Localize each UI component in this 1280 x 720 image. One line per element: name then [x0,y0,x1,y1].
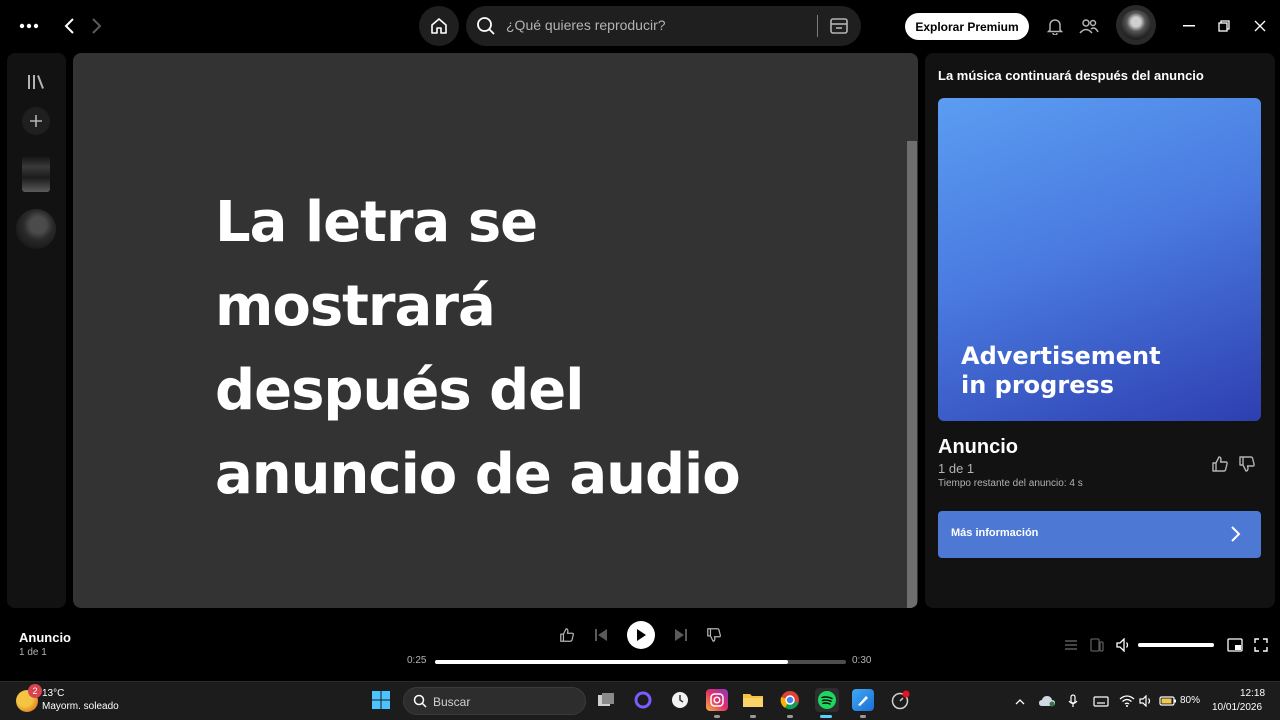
app-running-indicator [714,715,720,718]
chevron-up-icon[interactable] [1012,694,1028,708]
progress-fill [435,660,789,664]
previous-track-icon[interactable] [591,625,611,645]
search-input[interactable]: ¿Qué quieres reproducir? [466,6,861,46]
home-button[interactable] [419,6,459,46]
taskbar-search[interactable]: Buscar [403,687,586,715]
library-icon[interactable] [25,71,47,93]
explore-premium-button[interactable]: Explorar Premium [905,13,1029,40]
next-track-icon[interactable] [671,625,691,645]
chrome-app-icon[interactable] [779,689,801,711]
forward-arrow-icon[interactable] [88,14,106,38]
volume-fill [1138,643,1214,647]
windows-taskbar: 2 13°C Mayorm. soleado Buscar 80% 12:18 … [0,681,1280,720]
home-icon [431,18,447,34]
more-info-label: Más información [951,527,1039,539]
mini-player-icon[interactable] [1226,636,1244,654]
app-active-indicator [820,715,832,718]
restore-icon[interactable] [1214,16,1234,36]
lyrics-message: La letra se mostrará después del anuncio… [215,181,835,517]
lyrics-line: La letra se mostrará [215,190,538,339]
ad-text-line: Advertisement [961,342,1161,370]
ad-artwork: Advertisement in progress [938,98,1261,421]
close-icon[interactable] [1250,16,1270,36]
chevron-right-icon [1231,526,1241,542]
now-playing-title[interactable]: Anuncio [19,630,71,645]
app-running-indicator [860,715,866,718]
avatar-image [1121,10,1151,40]
library-artist-thumbnail[interactable] [16,209,56,249]
volume-icon[interactable] [1115,636,1133,654]
app-running-indicator [787,715,793,718]
microphone-icon[interactable] [1066,693,1080,709]
file-explorer-icon[interactable] [742,689,764,711]
search-icon [477,17,495,35]
more-info-button[interactable]: Más información [938,511,1261,558]
dislike-icon[interactable] [704,625,724,645]
ad-title: Anuncio [938,436,1018,458]
scrollbar[interactable] [907,141,917,608]
app-running-indicator [750,715,756,718]
thumbs-down-icon[interactable] [1238,455,1256,478]
bell-icon[interactable] [1045,16,1065,36]
create-playlist-button[interactable] [22,107,50,135]
ad-remaining-time: Tiempo restante del anuncio: 4 s [938,478,1083,489]
ad-artwork-text: Advertisement in progress [961,342,1161,400]
lyrics-line: anuncio de audio [215,442,741,507]
search-placeholder: ¿Qué quieres reproducir? [506,17,666,33]
speaker-icon[interactable] [1138,693,1154,709]
top-bar: ¿Qué quieres reproducir? Explorar Premiu… [0,0,1280,52]
battery-percentage: 80% [1180,695,1201,706]
system-clock-time[interactable]: 12:18 [1240,688,1265,699]
weather-temperature: 13°C [42,688,65,699]
instagram-app-icon[interactable] [706,689,728,711]
lyrics-view: La letra se mostrará después del anuncio… [73,53,918,608]
browse-icon[interactable] [828,15,850,37]
ad-text-line: in progress [961,371,1115,399]
now-playing-panel: La música continuará después del anuncio… [925,53,1275,608]
windows-start-icon[interactable] [370,689,392,711]
volume-slider[interactable] [1138,643,1214,647]
ad-count: 1 de 1 [938,461,975,476]
keyboard-icon[interactable] [1092,693,1110,709]
lyrics-line: después del [215,358,584,423]
friends-activity-icon[interactable] [1078,16,1100,36]
queue-icon[interactable] [1062,636,1080,654]
clock-app-icon[interactable] [669,689,691,711]
elapsed-time: 0:25 [407,655,427,666]
minimize-icon[interactable] [1179,16,1199,36]
search-divider [817,15,818,37]
library-sidebar [7,53,66,608]
progress-bar[interactable] [435,660,846,664]
weather-condition: Mayorm. soleado [42,701,119,712]
now-playing-subtitle: 1 de 1 [19,647,47,658]
search-icon [413,694,427,708]
task-view-icon[interactable] [595,689,617,711]
battery-icon[interactable] [1158,694,1178,708]
paint-app-icon[interactable] [852,689,874,711]
taskbar-search-label: Buscar [433,695,471,709]
plus-icon [30,115,42,127]
onedrive-icon[interactable] [1037,693,1057,709]
cortana-app-icon[interactable] [632,689,654,711]
spotify-app-icon[interactable] [815,688,839,712]
like-icon[interactable] [557,625,577,645]
play-button[interactable] [627,621,655,649]
player-bar: Anuncio 1 de 1 0:25 0:30 [0,610,1280,680]
total-duration: 0:30 [852,655,872,666]
user-avatar[interactable] [1116,5,1156,45]
weather-badge: 2 [28,684,42,698]
system-clock-date[interactable]: 10/01/2026 [1212,702,1262,713]
status-app-icon[interactable] [889,689,911,711]
back-arrow-icon[interactable] [60,14,78,38]
library-item-thumbnail[interactable] [22,156,50,192]
play-icon [637,629,646,641]
fullscreen-icon[interactable] [1252,636,1270,654]
more-dots-icon[interactable] [18,16,40,36]
panel-header: La música continuará después del anuncio [938,68,1204,83]
connect-device-icon[interactable] [1088,636,1106,654]
thumbs-up-icon[interactable] [1211,455,1229,478]
wifi-icon[interactable] [1118,693,1136,709]
